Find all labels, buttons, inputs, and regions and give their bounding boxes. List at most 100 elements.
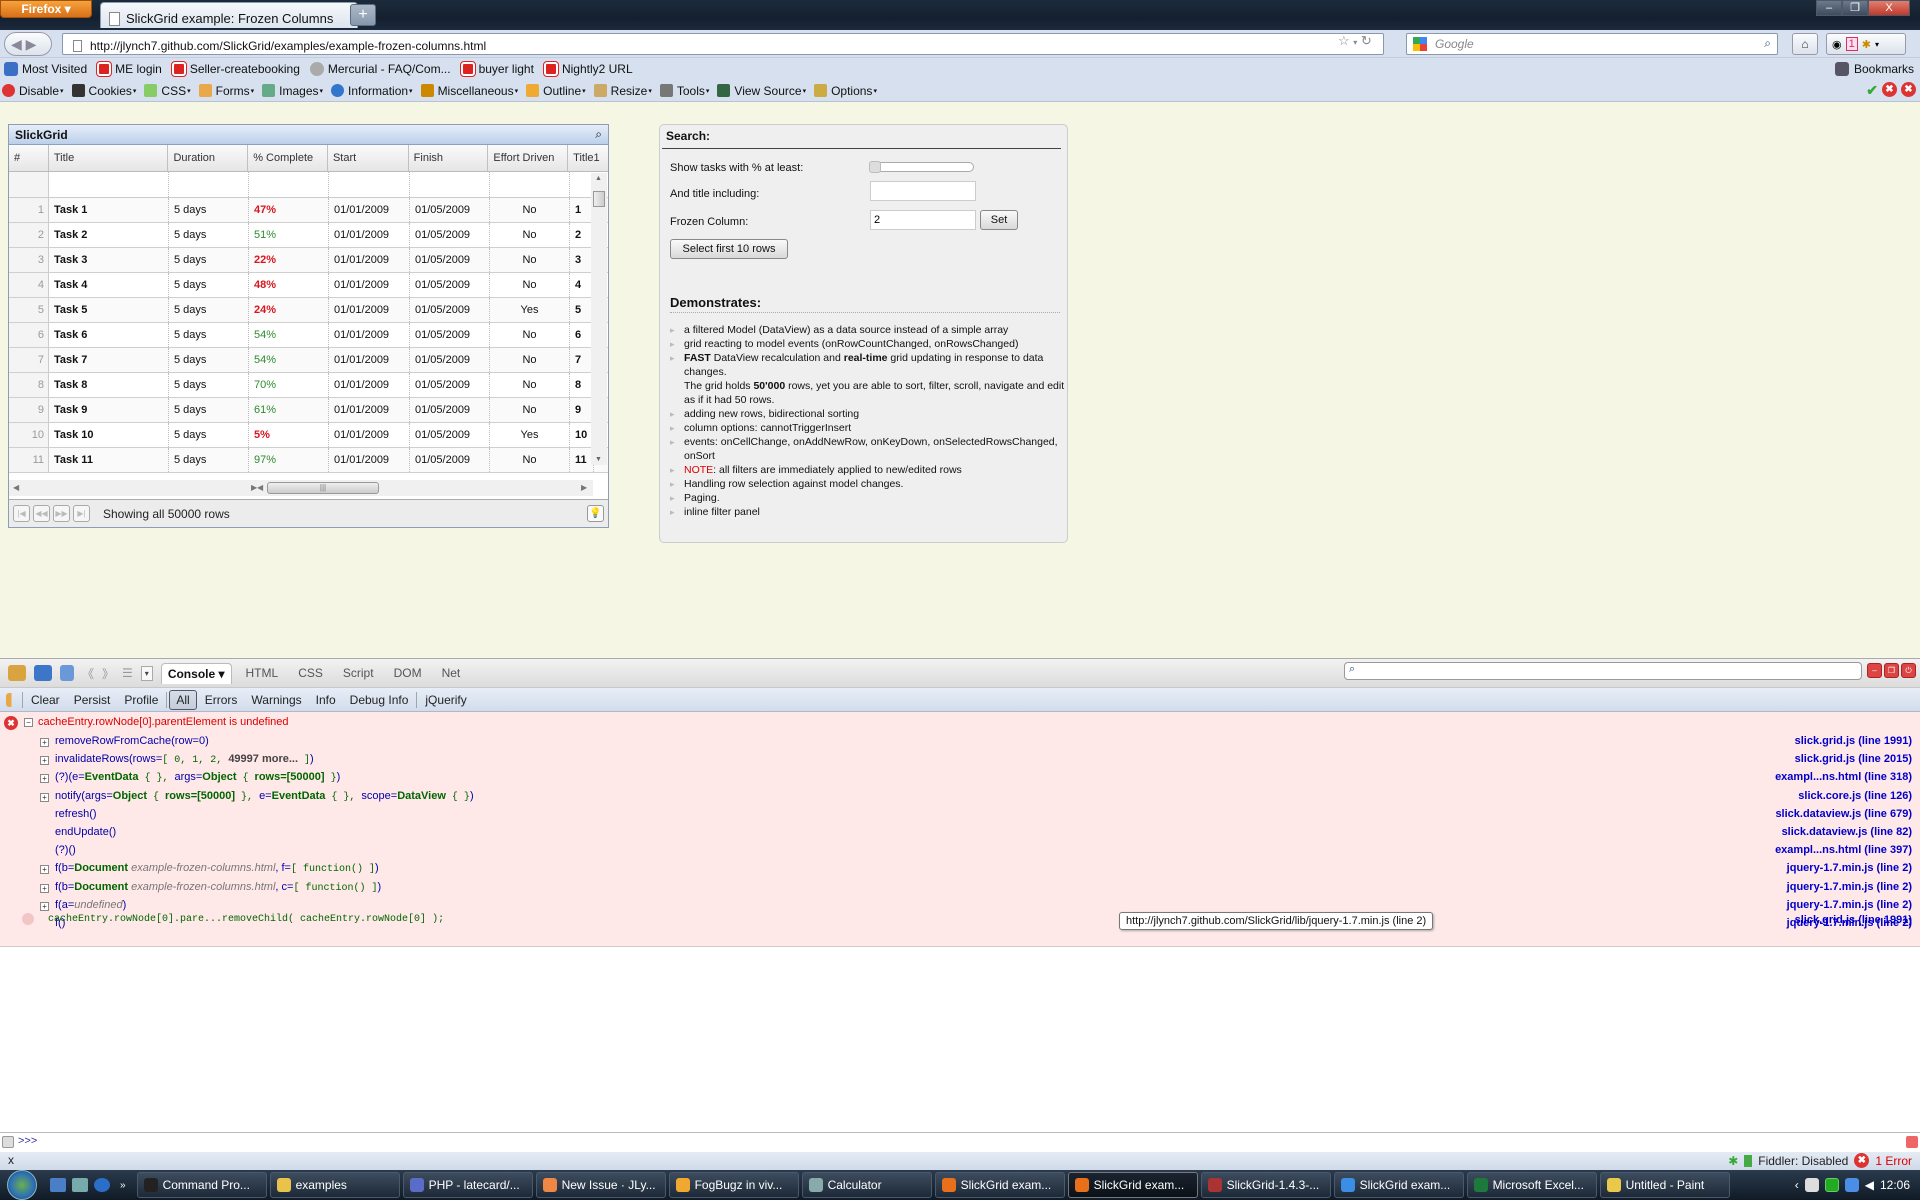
first-page-button[interactable]: |◀ — [13, 505, 30, 522]
source-link[interactable]: exampl...ns.html (line 397) — [1775, 844, 1912, 856]
row-number-cell[interactable]: 6 — [9, 323, 49, 347]
taskbar-button[interactable]: Calculator — [801, 1172, 932, 1198]
filter-cell[interactable] — [169, 172, 249, 197]
pct-complete-slider[interactable] — [869, 161, 974, 173]
error-count[interactable]: 1 Error — [1875, 1154, 1912, 1168]
stack-frame-call[interactable]: endUpdate() — [55, 826, 116, 838]
taskbar-button[interactable]: Command Pro... — [136, 1172, 267, 1198]
next-page-button[interactable]: ▶▶ — [53, 505, 70, 522]
effort-driven-cell[interactable]: No — [490, 273, 570, 297]
command-prompt[interactable]: >>> — [18, 1135, 37, 1147]
breakpoint-icon[interactable] — [22, 913, 34, 925]
pct-complete-cell[interactable]: 22% — [249, 248, 329, 272]
slider-handle[interactable] — [869, 161, 881, 173]
taskbar-button[interactable]: SlickGrid exam... — [934, 1172, 1065, 1198]
table-row[interactable]: 5 Task 55 days 24% 01/01/2009 01/05/2009 Yes 5 — [9, 298, 608, 323]
search-icon[interactable]: ⌕ — [595, 127, 602, 142]
taskbar-button[interactable]: FogBugz in viv... — [668, 1172, 799, 1198]
taskbar-button[interactable]: New Issue · JLy... — [535, 1172, 666, 1198]
taskbar-button[interactable]: Microsoft Excel... — [1466, 1172, 1597, 1198]
console-clear-button[interactable]: Clear — [25, 691, 66, 709]
home-button[interactable]: ⌂ — [1792, 33, 1818, 55]
column-header-duration[interactable]: Duration — [168, 145, 249, 171]
close-window-button[interactable]: X — [1868, 0, 1910, 16]
duration-cell[interactable]: 5 days — [169, 273, 249, 297]
table-row[interactable]: 1 Task 15 days 47% 01/01/2009 01/05/2009 No 1 — [9, 198, 608, 223]
pct-complete-cell[interactable]: 54% — [249, 348, 329, 372]
start-cell[interactable]: 01/01/2009 — [329, 223, 410, 247]
clock[interactable]: 12:06 — [1880, 1178, 1910, 1192]
table-row[interactable]: 10 Task 10 5 days 5% 01/01/2009 01/05/2009 Yes… — [9, 423, 608, 448]
source-link[interactable]: jquery-1.7.min.js (line 2) — [1787, 862, 1912, 874]
pct-complete-cell[interactable]: 61% — [249, 398, 329, 422]
tray-expand-icon[interactable]: ‹ — [1795, 1178, 1799, 1192]
row-number-cell[interactable]: 1 — [9, 198, 49, 222]
bookmark-item[interactable]: Seller-createbooking — [170, 61, 300, 77]
firebug-tab-script[interactable]: Script — [337, 663, 380, 683]
start-button[interactable] — [0, 1170, 44, 1200]
effort-driven-cell[interactable]: No — [490, 398, 570, 422]
jquerify-button[interactable]: jQuerify — [419, 691, 472, 709]
minimize-button[interactable]: – — [1816, 0, 1842, 16]
start-cell[interactable]: 01/01/2009 — [329, 423, 410, 447]
expand-icon[interactable]: + — [40, 865, 49, 875]
vertical-scrollbar[interactable]: ▲ ▼ — [591, 173, 607, 465]
url-bar[interactable]: http://jlynch7.github.com/SlickGrid/exam… — [62, 33, 1384, 55]
taskbar-button[interactable]: SlickGrid exam... — [1067, 1172, 1198, 1198]
finish-cell[interactable]: 01/05/2009 — [410, 298, 490, 322]
start-cell[interactable]: 01/01/2009 — [329, 273, 410, 297]
volume-icon[interactable]: ◀ — [1865, 1178, 1874, 1192]
source-link[interactable]: slick.grid.js (line 1991) — [1795, 914, 1912, 926]
new-tab-button[interactable]: + — [350, 4, 376, 26]
duration-cell[interactable]: 5 days — [169, 423, 249, 447]
console-filter-debug-info[interactable]: Debug Info — [344, 691, 415, 709]
table-row[interactable]: 8 Task 85 days 70% 01/01/2009 01/05/2009 No 8 — [9, 373, 608, 398]
table-row[interactable]: 2 Task 25 days 51% 01/01/2009 01/05/2009 No 2 — [9, 223, 608, 248]
start-cell[interactable]: 01/01/2009 — [329, 373, 410, 397]
bug-icon[interactable] — [34, 665, 52, 681]
title-cell[interactable]: Task 2 — [49, 223, 169, 247]
wd-menu-forms[interactable]: Forms ▾ — [198, 84, 254, 98]
horizontal-scrollbar[interactable]: ◀ ▶ ◀ ||| ▶ — [9, 480, 593, 496]
bookmark-item[interactable]: ME login — [96, 61, 162, 77]
console-filter-all[interactable]: All — [169, 689, 197, 710]
stack-frame[interactable]: refresh() slick.dataview.js (line 679) — [0, 807, 1920, 825]
wd-menu-information[interactable]: Information ▾ — [331, 84, 413, 98]
expand-icon[interactable]: + — [40, 774, 49, 784]
pct-complete-cell[interactable]: 97% — [249, 448, 329, 472]
inspect-icon[interactable] — [60, 665, 74, 681]
row-number-cell[interactable]: 7 — [9, 348, 49, 372]
taskbar-button[interactable]: examples — [269, 1172, 400, 1198]
effort-driven-cell[interactable]: No — [490, 248, 570, 272]
start-cell[interactable]: 01/01/2009 — [329, 198, 410, 222]
fiddler-status[interactable]: Fiddler: Disabled — [1758, 1154, 1848, 1168]
expand-icon[interactable]: + — [40, 792, 49, 802]
back-arrow-icon[interactable]: 《 — [82, 665, 94, 682]
stack-frame-call[interactable]: f(b=Document example-frozen-columns.html… — [55, 862, 379, 875]
console-filter-warnings[interactable]: Warnings — [245, 691, 307, 709]
filter-cell[interactable] — [329, 172, 410, 197]
bookmark-item[interactable]: Most Visited — [4, 62, 87, 76]
wd-menu-css[interactable]: CSS ▾ — [144, 84, 191, 98]
url-text[interactable]: http://jlynch7.github.com/SlickGrid/exam… — [90, 39, 486, 53]
stack-frame[interactable]: + f(b=Document example-frozen-columns.htm… — [0, 861, 1920, 879]
pct-complete-cell[interactable]: 47% — [249, 198, 329, 222]
network-icon[interactable] — [1844, 1178, 1859, 1192]
title-cell[interactable]: Task 1 — [49, 198, 169, 222]
row-number-cell[interactable]: 2 — [9, 223, 49, 247]
wd-menu-view-source[interactable]: View Source ▾ — [717, 84, 806, 98]
duration-cell[interactable]: 5 days — [169, 323, 249, 347]
wd-menu-disable[interactable]: Disable ▾ — [2, 84, 64, 98]
expand-icon[interactable]: + — [40, 901, 49, 911]
row-number-cell[interactable]: 9 — [9, 398, 49, 422]
start-cell[interactable]: 01/01/2009 — [329, 398, 410, 422]
finish-cell[interactable]: 01/05/2009 — [410, 423, 490, 447]
console-filter-errors[interactable]: Errors — [199, 691, 244, 709]
start-cell[interactable]: 01/01/2009 — [329, 448, 410, 472]
expand-icon[interactable]: + — [40, 738, 49, 747]
column-header-num[interactable]: # — [9, 145, 49, 171]
stack-frame-call[interactable]: removeRowFromCache(row=0) — [55, 735, 209, 747]
duration-cell[interactable]: 5 days — [169, 223, 249, 247]
back-arrow-icon[interactable]: ◀ — [11, 36, 22, 52]
wd-menu-options[interactable]: Options ▾ — [814, 84, 877, 98]
